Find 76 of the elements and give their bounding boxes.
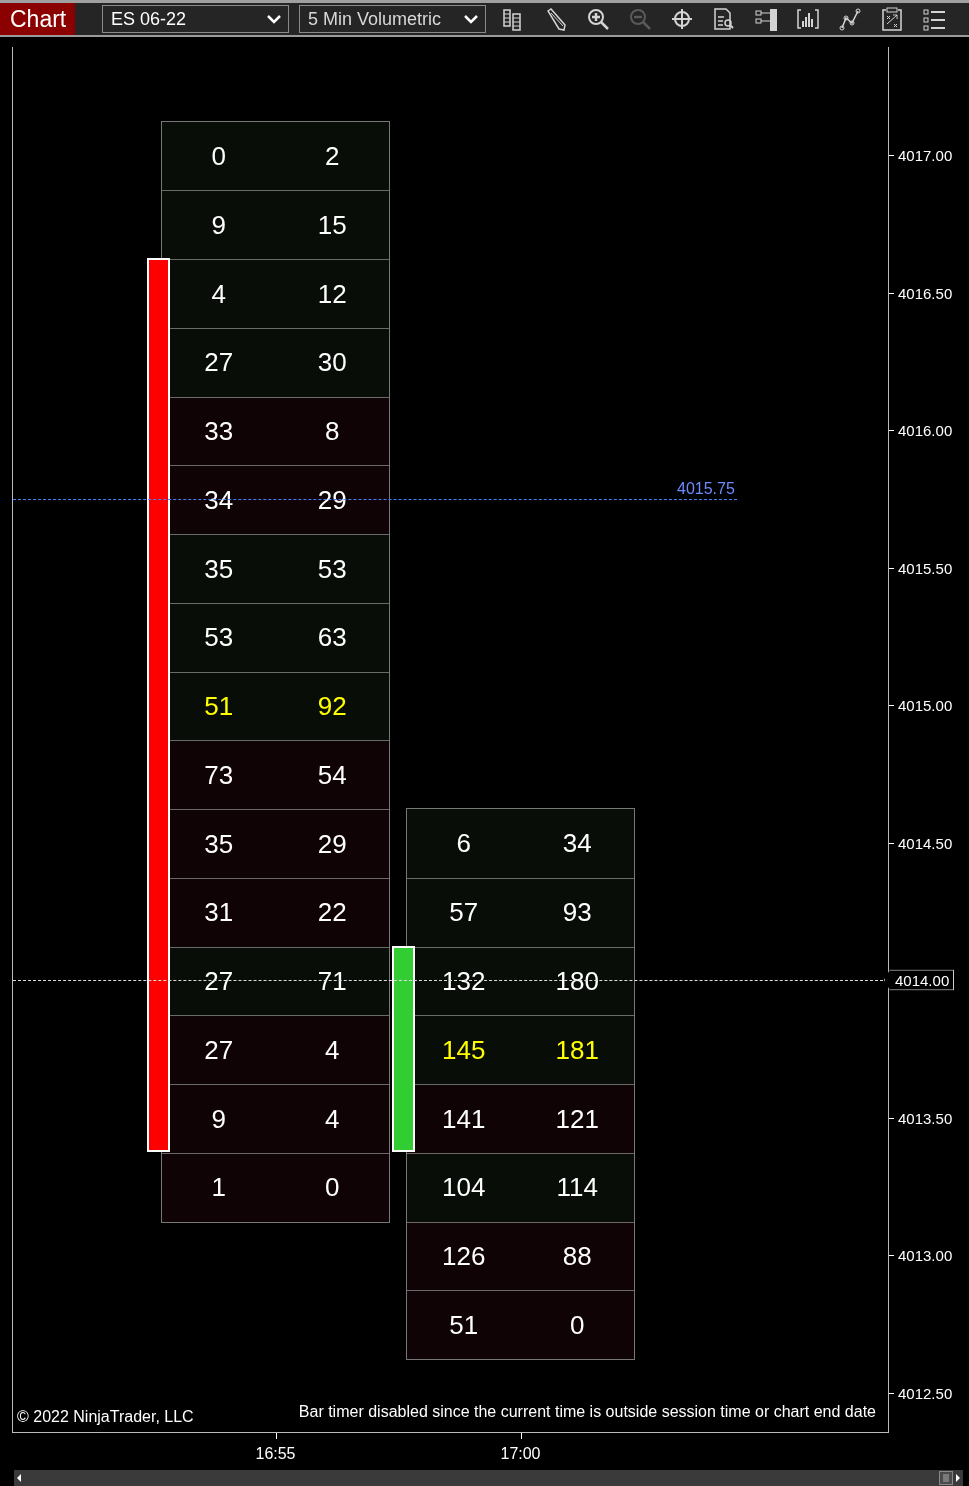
ask-volume: 30: [316, 347, 348, 379]
bid-volume: 9: [210, 209, 227, 241]
price-label: 4015.00: [898, 696, 953, 714]
bid-volume: 73: [203, 759, 235, 791]
ask-volume: 4: [324, 1034, 341, 1066]
ask-volume: 34: [561, 828, 593, 859]
bid-volume: 27: [203, 1034, 235, 1066]
price-label: 4013.00: [898, 1246, 953, 1264]
price-label: 4016.50: [898, 284, 953, 301]
line-chart-icon[interactable]: [838, 7, 862, 31]
list-icon[interactable]: [922, 7, 946, 31]
ask-volume: 2: [324, 140, 341, 172]
ask-volume: 12: [316, 278, 348, 310]
horizontal-scrollbar[interactable]: [14, 1470, 963, 1486]
pencil-icon[interactable]: [544, 7, 568, 31]
instrument-dropdown[interactable]: ES 06-22: [102, 5, 289, 33]
bar-type-dropdown[interactable]: 5 Min Volumetric: [299, 5, 486, 33]
bid-volume: 0: [210, 140, 227, 172]
ask-volume: 88: [561, 1241, 593, 1272]
ask-volume: 4: [324, 1103, 341, 1135]
order-panel-icon[interactable]: [754, 7, 778, 31]
bid-volume: 57: [448, 897, 480, 929]
last-price-tag: 4014.00: [884, 969, 955, 991]
bid-volume: 126: [441, 1241, 487, 1272]
chart-title: Chart: [0, 3, 75, 35]
ask-volume: 0: [569, 1309, 586, 1341]
bid-volume: 51: [448, 1309, 480, 1341]
bid-volume: 9: [210, 1103, 227, 1135]
bar-timer-notice: Bar timer disabled since the current time is outside session time or chart end date: [298, 1403, 876, 1421]
time-label: 16:55: [255, 1445, 296, 1463]
ask-volume: 114: [555, 1172, 599, 1204]
ask-volume: 93: [561, 897, 593, 929]
bid-volume: 35: [203, 828, 235, 860]
bid-volume: 104: [441, 1172, 487, 1204]
ask-volume: 181: [554, 1034, 600, 1066]
bid-volume: 27: [203, 347, 235, 379]
bid-volume: 141: [441, 1103, 487, 1135]
ask-volume: 53: [316, 553, 348, 585]
price-label: 4012.50: [898, 1384, 953, 1401]
ask-volume: 8: [324, 416, 341, 447]
bid-volume: 34: [203, 484, 235, 516]
bid-volume: 51: [203, 691, 235, 722]
ask-volume: 180: [554, 966, 600, 997]
zoom-in-icon[interactable]: [586, 7, 610, 31]
bid-volume: 4: [210, 278, 227, 310]
chart-template-icon[interactable]: [880, 7, 904, 31]
ask-volume: 29: [316, 484, 348, 516]
ask-volume: 15: [316, 209, 348, 241]
bar-chart-icon[interactable]: [796, 7, 820, 31]
price-label: 4013.50: [898, 1109, 953, 1126]
price-label: 4017.00: [898, 146, 953, 164]
crosshair-icon[interactable]: [670, 7, 694, 31]
bid-volume: 33: [203, 416, 235, 447]
time-label: 17:00: [500, 1445, 541, 1463]
document-search-icon[interactable]: [712, 7, 736, 31]
bid-volume: 35: [203, 553, 235, 585]
bid-volume: 1: [210, 1172, 227, 1204]
ask-volume: 121: [554, 1103, 600, 1135]
price-label: 4014.50: [898, 834, 953, 851]
right-arrow-icon[interactable]: [953, 1472, 963, 1484]
bid-volume: 145: [441, 1034, 487, 1066]
ask-volume: 63: [316, 622, 348, 654]
scroll-thumb-icon[interactable]: [939, 1471, 953, 1485]
bid-volume: 53: [203, 622, 235, 654]
ask-volume: 92: [316, 691, 348, 722]
price-label: 4016.00: [898, 421, 953, 439]
bid-volume: 31: [203, 897, 235, 929]
ask-volume: 29: [316, 828, 348, 860]
ask-volume: 54: [316, 759, 348, 791]
bid-volume: 27: [203, 966, 235, 997]
price-label: 4015.50: [898, 559, 953, 576]
price-line-label: 4015.75: [677, 479, 735, 498]
copyright-text: © 2022 NinjaTrader, LLC: [17, 1408, 194, 1426]
ask-volume: 22: [316, 897, 348, 929]
bid-volume: 6: [455, 828, 472, 859]
ask-volume: 0: [324, 1172, 341, 1204]
